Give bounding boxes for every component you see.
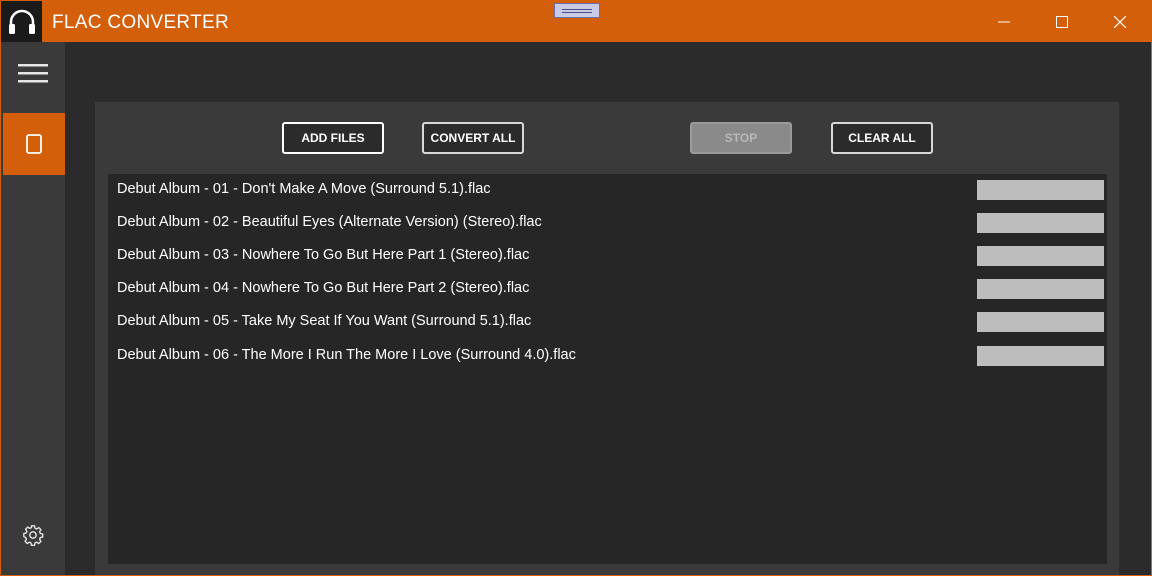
- list-item[interactable]: Debut Album - 01 - Don't Make A Move (Su…: [108, 174, 1107, 207]
- convert-all-button[interactable]: CONVERT ALL: [422, 122, 524, 154]
- list-item[interactable]: Debut Album - 03 - Nowhere To Go But Her…: [108, 240, 1107, 273]
- progress-bar: [977, 180, 1104, 200]
- list-item[interactable]: Debut Album - 02 - Beautiful Eyes (Alter…: [108, 207, 1107, 240]
- minimize-button[interactable]: [975, 1, 1033, 42]
- minimize-icon: [998, 21, 1010, 22]
- close-button[interactable]: [1091, 1, 1149, 42]
- maximize-icon: [1056, 15, 1068, 28]
- hamburger-icon: [18, 64, 48, 83]
- converter-panel: ADD FILES CONVERT ALL STOP CLEAR ALL Deb…: [95, 102, 1119, 575]
- progress-bar: [977, 246, 1104, 266]
- file-name: Debut Album - 06 - The More I Run The Mo…: [117, 347, 576, 363]
- file-list[interactable]: Debut Album - 01 - Don't Make A Move (Su…: [108, 174, 1107, 564]
- file-name: Debut Album - 02 - Beautiful Eyes (Alter…: [117, 214, 542, 230]
- list-item[interactable]: Debut Album - 06 - The More I Run The Mo…: [108, 340, 1107, 373]
- title-bar[interactable]: FLAC CONVERTER: [1, 1, 1151, 42]
- clear-all-button[interactable]: CLEAR ALL: [831, 122, 933, 154]
- sidebar-item-converter[interactable]: [3, 113, 65, 175]
- sidebar: [1, 42, 65, 575]
- add-files-button[interactable]: ADD FILES: [282, 122, 384, 154]
- app-window: FLAC CONVERTER ADD FILES CONVERT ALL STO…: [0, 0, 1152, 576]
- headphones-icon: [1, 1, 42, 42]
- progress-bar: [977, 213, 1104, 233]
- progress-bar: [977, 312, 1104, 332]
- progress-bar: [977, 346, 1104, 366]
- file-name: Debut Album - 03 - Nowhere To Go But Her…: [117, 247, 530, 263]
- gear-icon: [23, 525, 44, 546]
- maximize-button[interactable]: [1033, 1, 1091, 42]
- settings-button[interactable]: [1, 518, 65, 552]
- file-name: Debut Album - 04 - Nowhere To Go But Her…: [117, 280, 530, 296]
- list-item[interactable]: Debut Album - 05 - Take My Seat If You W…: [108, 306, 1107, 339]
- stop-button: STOP: [690, 122, 792, 154]
- app-title: FLAC CONVERTER: [52, 12, 229, 33]
- drag-handle[interactable]: [554, 3, 600, 18]
- list-item[interactable]: Debut Album - 04 - Nowhere To Go But Her…: [108, 273, 1107, 306]
- file-name: Debut Album - 01 - Don't Make A Move (Su…: [117, 181, 491, 197]
- close-icon: [1114, 15, 1126, 28]
- menu-button[interactable]: [1, 42, 65, 104]
- document-icon: [26, 134, 42, 154]
- file-name: Debut Album - 05 - Take My Seat If You W…: [117, 313, 532, 329]
- progress-bar: [977, 279, 1104, 299]
